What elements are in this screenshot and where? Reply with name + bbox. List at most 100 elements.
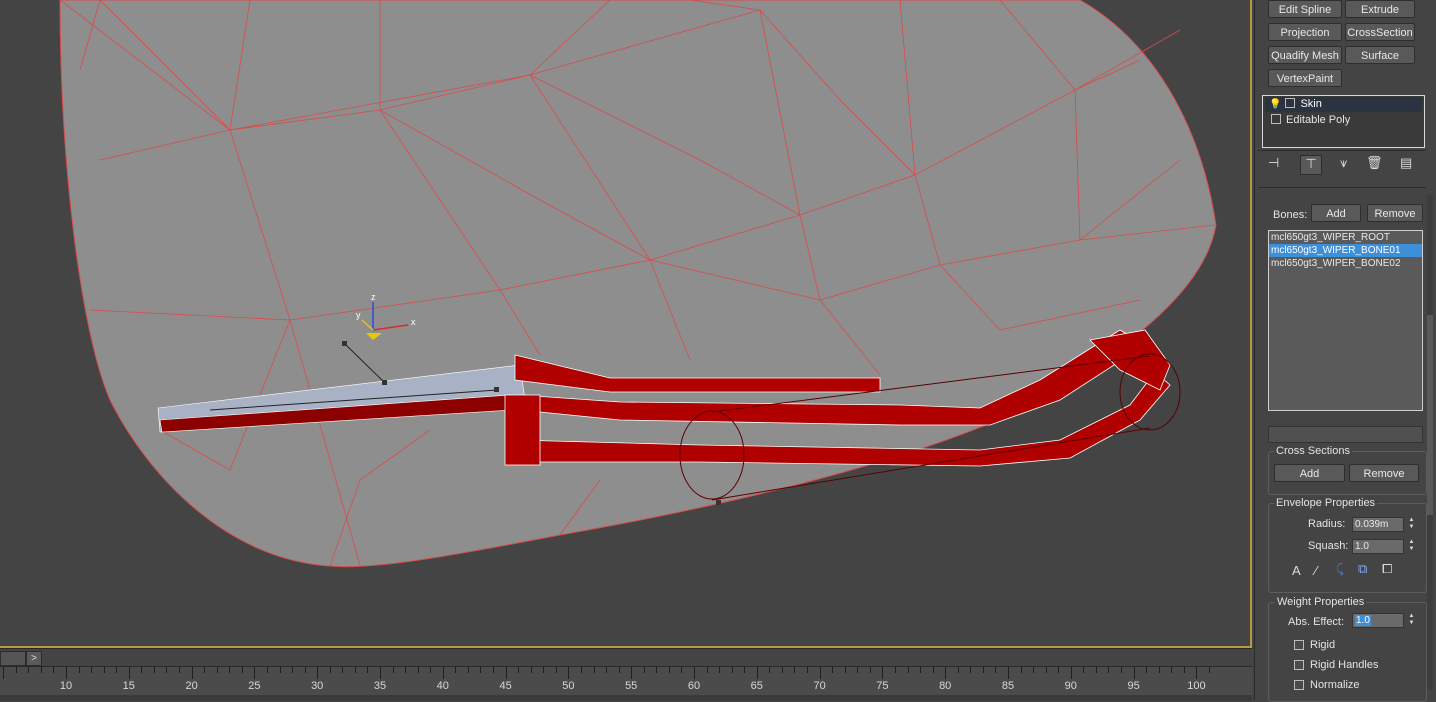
rigid-handles-checkbox[interactable] [1294, 660, 1304, 670]
ruler-label: 95 [1127, 680, 1140, 692]
ruler-tick [593, 667, 595, 673]
ruler-tick [254, 667, 256, 679]
configure-sets-icon[interactable]: ▤ [1400, 155, 1412, 175]
modifier-stack[interactable]: 💡 Skin Editable Poly [1262, 95, 1425, 148]
bone-name-field[interactable] [1268, 426, 1423, 443]
ruler-tick [467, 667, 469, 673]
ruler-tick [844, 667, 846, 673]
ruler-tick [706, 667, 708, 673]
ruler-tick [430, 667, 432, 673]
ruler-tick [241, 667, 243, 673]
ruler-tick [719, 667, 721, 673]
crosssection-button[interactable]: CrossSection [1345, 23, 1415, 41]
stack-item-editable-poly[interactable]: Editable Poly [1265, 113, 1422, 128]
time-slider[interactable]: > [0, 648, 1252, 667]
ruler-tick [781, 667, 783, 673]
ruler-tick [1058, 667, 1060, 673]
ruler-tick [945, 667, 947, 679]
add-bone-button[interactable]: Add [1311, 204, 1361, 222]
paste-envelope-icon[interactable]: ⧠ [1382, 561, 1392, 577]
ruler-tick [116, 667, 118, 673]
ruler-label: 85 [1001, 680, 1015, 692]
ruler-label: 100 [1187, 680, 1206, 692]
projection-button[interactable]: Projection [1268, 23, 1342, 41]
ruler-tick [618, 667, 620, 673]
ruler-label: 75 [876, 680, 889, 692]
normalize-label: Normalize [1310, 679, 1360, 689]
perspective-viewport[interactable]: z x y [0, 0, 1252, 648]
ruler-label: 30 [311, 680, 324, 692]
ruler-tick [493, 667, 495, 673]
ruler-tick [882, 667, 884, 679]
ruler-tick [656, 667, 658, 673]
remove-bone-button[interactable]: Remove [1367, 204, 1423, 222]
squash-spinner[interactable]: ▲ ▼ [1407, 539, 1416, 554]
squash-field[interactable]: 1.0 [1352, 539, 1404, 554]
extrude-button[interactable]: Extrude [1345, 0, 1415, 18]
show-end-result-icon[interactable]: ⊤ [1300, 155, 1322, 175]
ruler-tick [179, 667, 181, 673]
quadify-mesh-button[interactable]: Quadify Mesh [1268, 46, 1342, 64]
ruler-label: 80 [939, 680, 952, 692]
make-unique-icon[interactable]: ⩛ [1340, 155, 1347, 175]
list-item[interactable]: mcl650gt3_WIPER_BONE01 [1269, 244, 1422, 257]
ruler-tick [442, 667, 444, 679]
ruler-tick [568, 667, 570, 679]
ruler-tick [1108, 667, 1110, 673]
radius-spinner[interactable]: ▲ ▼ [1407, 517, 1416, 532]
falloff-curve-icon[interactable]: ⤹ [1336, 561, 1344, 577]
abs-effect-value: 1.0 [1355, 615, 1371, 626]
normalize-checkbox[interactable] [1294, 680, 1304, 690]
ruler-tick [819, 667, 821, 679]
ruler-tick [643, 667, 645, 673]
ruler-tick [1020, 667, 1022, 673]
gizmo-x-label: x [411, 317, 416, 327]
list-item[interactable]: mcl650gt3_WIPER_ROOT [1269, 231, 1422, 244]
list-item[interactable]: mcl650gt3_WIPER_BONE02 [1269, 257, 1422, 270]
stack-item-label: Editable Poly [1286, 114, 1351, 126]
ruler-tick [266, 667, 268, 673]
stack-item-skin[interactable]: 💡 Skin [1265, 97, 1422, 112]
ruler-tick [28, 667, 30, 673]
ruler-tick [794, 667, 796, 673]
expand-icon[interactable] [1271, 114, 1281, 125]
expand-icon[interactable] [1285, 98, 1296, 109]
ruler-tick [78, 667, 80, 673]
pin-stack-icon[interactable]: ⊣ [1268, 155, 1279, 175]
time-slider-thumb[interactable] [0, 651, 26, 666]
panel-scroll-thumb[interactable] [1427, 315, 1433, 515]
ruler-tick [128, 667, 130, 679]
ruler-tick [857, 667, 859, 673]
viewport-scene[interactable]: z x y [0, 0, 1252, 648]
abs-effect-spinner[interactable]: ▲ ▼ [1407, 613, 1416, 628]
vertexpaint-button[interactable]: VertexPaint [1268, 69, 1342, 87]
copy-envelope-icon[interactable]: ⧉ [1358, 561, 1367, 577]
ruler-tick [15, 667, 17, 673]
abs-effect-field[interactable]: 1.0 [1352, 613, 1404, 628]
ruler-tick [681, 667, 683, 673]
next-frame-button[interactable]: > [26, 651, 42, 666]
add-cross-section-button[interactable]: Add [1274, 464, 1345, 482]
remove-modifier-icon[interactable]: 🗑 [1366, 155, 1383, 175]
ruler-label: 40 [436, 680, 449, 692]
radius-field[interactable]: 0.039m [1352, 517, 1404, 532]
ruler-tick [907, 667, 909, 673]
remove-cross-section-button[interactable]: Remove [1349, 464, 1419, 482]
ruler-tick [518, 667, 520, 673]
track-bar[interactable]: 10 15 20 25 30 35 40 45 50 55 60 65 70 75 80 85 90 95 100 [0, 666, 1252, 701]
ruler-tick [329, 667, 331, 673]
ruler-tick [505, 667, 507, 679]
ruler-label: 55 [625, 680, 638, 692]
lightbulb-icon[interactable]: 💡 [1269, 99, 1281, 110]
surface-button[interactable]: Surface [1345, 46, 1415, 64]
rigid-checkbox[interactable] [1294, 640, 1304, 650]
ruler-label: 15 [122, 680, 135, 692]
bones-list[interactable]: mcl650gt3_WIPER_ROOT mcl650gt3_WIPER_BON… [1268, 230, 1423, 411]
edit-spline-button[interactable]: Edit Spline [1268, 0, 1342, 18]
ruler-tick [744, 667, 746, 673]
relative-envelope-icon[interactable]: ∕ [1315, 563, 1317, 578]
panel-scrollbar[interactable] [1427, 195, 1433, 690]
ruler-tick [530, 667, 532, 673]
absolute-envelope-icon[interactable]: A [1292, 563, 1301, 578]
ruler-tick [53, 667, 55, 673]
